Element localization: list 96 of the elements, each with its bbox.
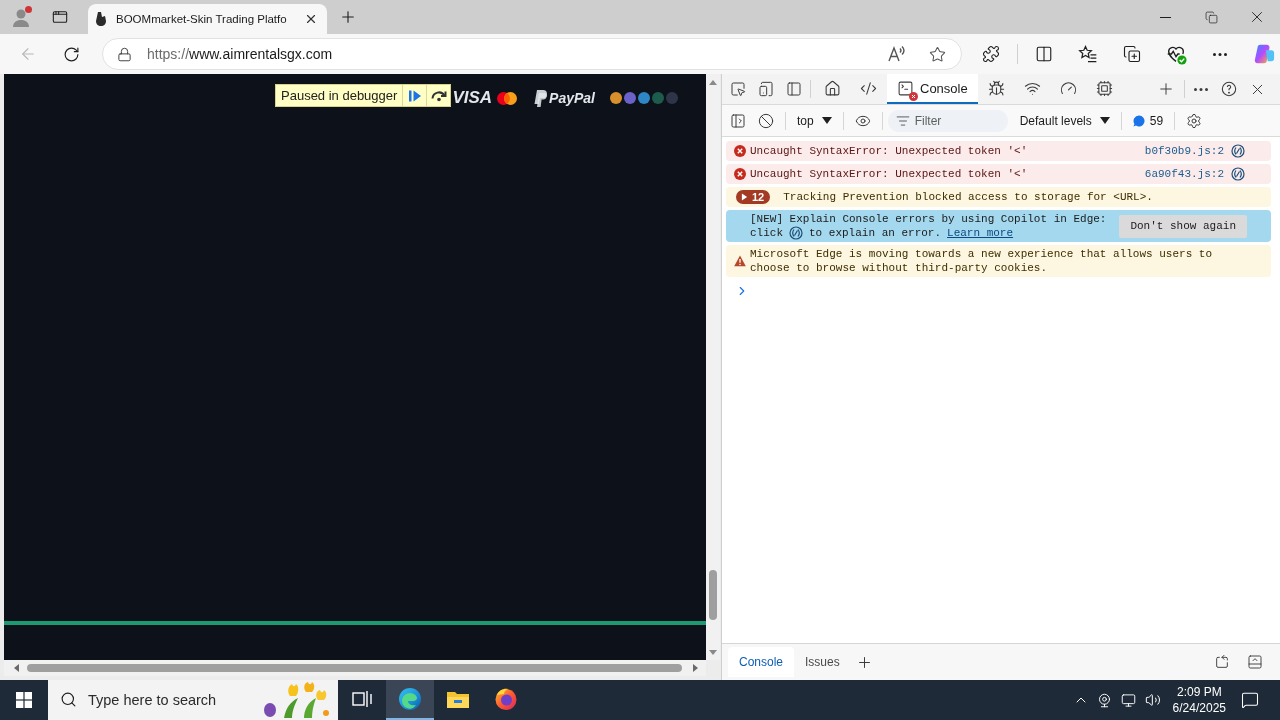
swirl-logo-icon xyxy=(1253,43,1275,65)
expand-group-button[interactable]: 12 xyxy=(736,190,771,204)
log-levels-select[interactable]: Default levels xyxy=(1013,108,1116,133)
step-over-icon xyxy=(429,89,448,102)
message-bubble-icon xyxy=(1132,114,1145,127)
triangle-up-icon xyxy=(709,79,717,85)
notification-icon xyxy=(1241,691,1259,709)
device-icon xyxy=(758,81,774,97)
help-icon xyxy=(1221,81,1237,97)
panel-icon xyxy=(786,81,802,97)
four-panes-icon xyxy=(16,692,32,708)
search-icon xyxy=(60,691,77,708)
browser-tab[interactable]: BOOMmarket-Skin Trading Platfo xyxy=(88,4,327,34)
flame-globe-icon xyxy=(494,687,518,711)
message-count-button[interactable]: 59 xyxy=(1126,108,1170,133)
filter-field[interactable]: Filter xyxy=(887,109,1008,132)
error-icon xyxy=(734,168,746,180)
message-text: Uncaught SyntaxError: Unexpected token '<' xyxy=(750,144,1028,158)
source-link[interactable]: b0f30b9.js:2 xyxy=(1144,144,1224,158)
swirl-icon xyxy=(789,226,803,240)
drawer-tab[interactable]: Console xyxy=(728,647,795,677)
more-icon xyxy=(1213,52,1227,56)
close-icon xyxy=(304,12,318,26)
swirl-icon xyxy=(1231,144,1245,158)
tab-title: BOOMmarket-Skin Trading Platfo xyxy=(116,12,287,27)
minimize-icon xyxy=(1159,16,1171,18)
settings-icon xyxy=(1186,112,1203,129)
overlapping-circles-icon xyxy=(497,91,518,105)
debugger-status-text: Paused in debugger xyxy=(280,87,399,105)
message-text: Microsoft Edge is moving towards a new experience that allows users to choose to browse without third-party cookies. xyxy=(750,247,1214,275)
split-screen-icon xyxy=(1035,45,1053,63)
more-icon xyxy=(1194,87,1208,91)
explain-button[interactable] xyxy=(1231,167,1245,181)
dropdown-triangle-icon xyxy=(1099,117,1110,124)
paypal-logo: PayPal xyxy=(549,90,595,106)
notice-text: [NEW] Explain Console errors by using Copilot in Edge: xyxy=(750,212,1107,226)
notice-text: click xyxy=(750,226,783,240)
code-icon xyxy=(859,79,877,97)
puzzle-icon xyxy=(982,45,1000,63)
dropdown-triangle-icon xyxy=(821,117,832,124)
clock-button[interactable]: 2:09 PM 6/24/2025 xyxy=(1164,680,1234,720)
read-aloud-icon xyxy=(887,44,907,64)
logo-mark-icon xyxy=(533,89,548,107)
context-select[interactable]: top xyxy=(791,108,838,133)
filter-icon xyxy=(895,113,910,128)
message-text: Uncaught SyntaxError: Unexpected token '<' xyxy=(750,167,1028,181)
home-icon xyxy=(823,79,841,97)
dismiss-button[interactable]: Don't show again xyxy=(1119,214,1247,238)
chip-icon xyxy=(1096,79,1114,97)
error-icon xyxy=(734,145,746,157)
restore-icon xyxy=(1204,10,1218,24)
resume-icon xyxy=(407,88,422,103)
triangle-right-icon xyxy=(692,664,698,672)
gauge-icon xyxy=(1060,79,1078,97)
star-icon xyxy=(928,45,946,63)
source-link[interactable]: 6a90f43.js:2 xyxy=(1144,167,1224,181)
devtools-tab[interactable]: Console xyxy=(887,74,978,104)
message-text: Tracking Prevention blocked access to storage for <URL>. xyxy=(783,190,1153,204)
notice-text: to explain an error. xyxy=(809,226,942,240)
address-field[interactable]: https://www.aimrentalsgx.com xyxy=(102,38,962,70)
webcam-icon xyxy=(1097,692,1113,708)
visa-logo: VISA xyxy=(452,88,493,108)
clear-icon xyxy=(758,112,774,129)
clock-date: 6/24/2025 xyxy=(1172,700,1226,716)
profile-icon xyxy=(11,6,33,28)
swirl-icon xyxy=(1231,167,1245,181)
copy-plus-icon xyxy=(1123,45,1141,63)
plus-icon xyxy=(339,8,357,26)
triangle-down-icon xyxy=(709,649,717,655)
refresh-icon xyxy=(62,45,80,63)
drawer-tab[interactable]: Issues xyxy=(794,647,851,677)
scrollbar-thumb[interactable] xyxy=(27,664,682,672)
wave-logo-icon xyxy=(398,687,422,711)
terminal-icon xyxy=(897,79,914,97)
sidebar-icon xyxy=(730,112,746,129)
hand-icon xyxy=(95,11,107,27)
rotate-square-icon xyxy=(1214,654,1230,670)
taskbar-search-field[interactable]: Type here to search xyxy=(48,680,338,720)
task-view-icon xyxy=(352,690,372,708)
bug-icon xyxy=(988,79,1006,97)
inspect-icon xyxy=(730,81,746,97)
triangle-left-icon xyxy=(13,664,19,672)
folder-icon xyxy=(446,689,470,709)
star-list-icon xyxy=(1078,44,1098,64)
warning-icon xyxy=(734,255,746,267)
clock-time: 2:09 PM xyxy=(1176,684,1222,700)
lock-icon xyxy=(117,46,132,62)
learn-more-link[interactable]: Learn more xyxy=(947,226,1014,240)
explain-button[interactable] xyxy=(1231,144,1245,158)
scrollbar-thumb[interactable] xyxy=(709,570,717,620)
taskbar-app-button[interactable] xyxy=(386,680,434,720)
speaker-icon xyxy=(1144,692,1161,708)
monitor-icon xyxy=(1121,692,1137,708)
url-text: https://www.aimrentalsgx.com xyxy=(147,46,333,62)
window-icon xyxy=(52,9,68,25)
panel-icon xyxy=(1247,654,1263,670)
